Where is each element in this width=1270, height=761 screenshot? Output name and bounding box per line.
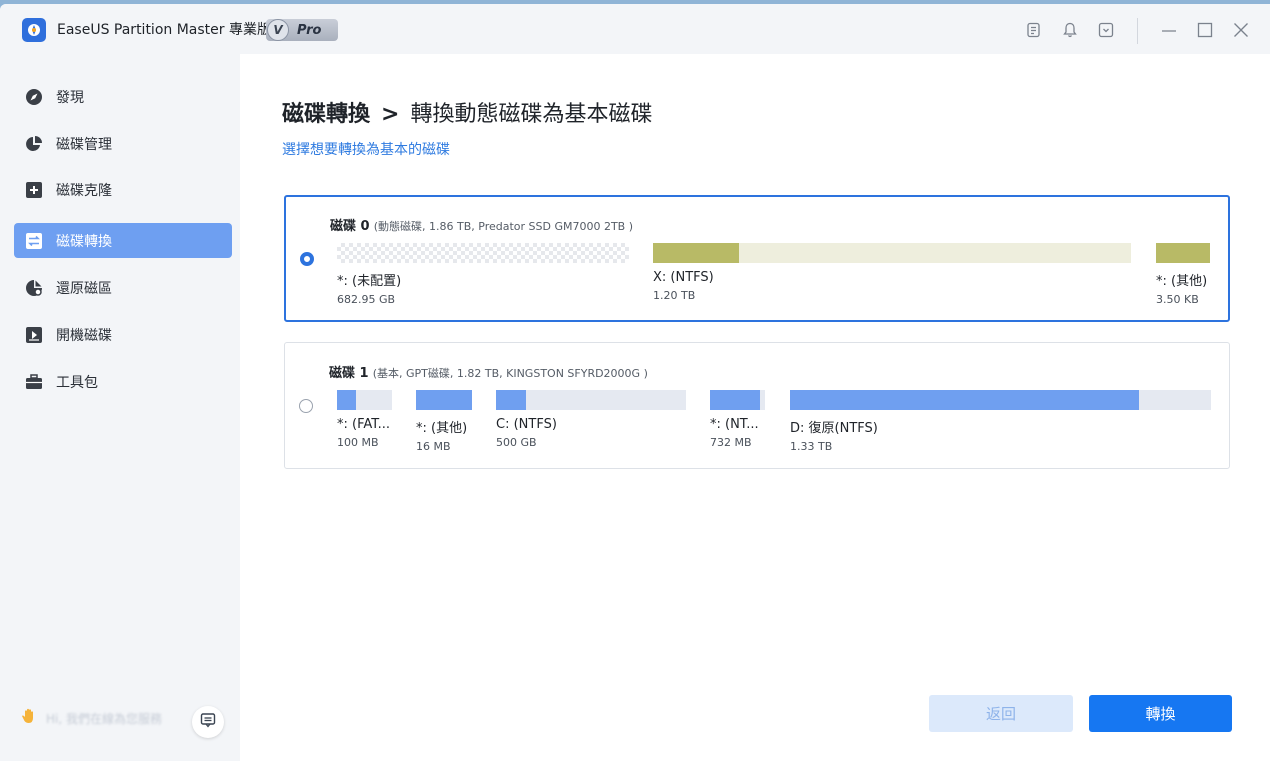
toolbox-icon — [24, 372, 44, 392]
notes-icon[interactable] — [1024, 20, 1044, 40]
sidebar: 發現 磁碟管理 磁碟克隆 磁碟轉換 還原磁區 開機磁碟 工具包 Hi, 我們在線… — [0, 54, 240, 761]
feedback-icon — [200, 712, 216, 732]
sidebar-item-label: 磁碟克隆 — [56, 182, 112, 199]
partition-bar — [653, 243, 1131, 263]
waving-hand-icon — [20, 706, 40, 730]
partition-size: 732 MB — [710, 436, 752, 449]
partition-size: 100 MB — [337, 436, 379, 449]
pro-label: Pro — [297, 22, 322, 38]
partition-size: 3.50 KB — [1156, 293, 1199, 306]
partition-unallocated[interactable]: *: (未配置) 682.95 GB — [337, 243, 629, 306]
partition-c[interactable]: C: (NTFS) 500 GB — [496, 390, 686, 449]
partition-size: 500 GB — [496, 436, 537, 449]
download-icon[interactable] — [1096, 20, 1116, 40]
partition-bar — [790, 390, 1211, 410]
sidebar-item-label: 還原磁區 — [56, 280, 112, 297]
convert-button[interactable]: 轉換 — [1089, 695, 1232, 732]
disk-0-radio[interactable] — [300, 252, 314, 266]
disk-card-0[interactable]: 磁碟 0 (動態磁碟, 1.86 TB, Predator SSD GM7000… — [284, 195, 1230, 322]
sidebar-item-disk-convert[interactable]: 磁碟轉換 — [14, 223, 232, 258]
sidebar-item-disk-clone[interactable]: 磁碟克隆 — [14, 172, 232, 207]
sidebar-item-recover-partition[interactable]: 還原磁區 — [14, 270, 232, 305]
partition-fill — [1156, 243, 1210, 263]
help-text: Hi, 我們在線為您服務 — [46, 711, 162, 726]
pie-chart-icon — [24, 134, 44, 154]
app-title: EaseUS Partition Master 專業版 — [57, 22, 271, 38]
disk-info: (基本, GPT磁碟, 1.82 TB, KINGSTON SFYRD2000G… — [372, 367, 648, 380]
back-button[interactable]: 返回 — [929, 695, 1073, 732]
partition-bar — [496, 390, 686, 410]
partition-label: X: (NTFS) — [653, 270, 714, 285]
disk-info: (動態磁碟, 1.86 TB, Predator SSD GM7000 2TB … — [373, 220, 634, 233]
disk-card-1[interactable]: 磁碟 1 (基本, GPT磁碟, 1.82 TB, KINGSTON SFYRD… — [284, 342, 1230, 469]
main-panel: 磁碟轉換 > 轉換動態磁碟為基本磁碟 選擇想要轉換為基本的磁碟 磁碟 0 (動態… — [240, 54, 1270, 761]
sidebar-item-label: 開機磁碟 — [56, 327, 112, 344]
app-logo-icon — [22, 18, 46, 42]
disk-name: 磁碟 0 — [330, 219, 370, 234]
partition-size: 16 MB — [416, 440, 451, 453]
maximize-icon[interactable] — [1195, 20, 1215, 40]
partition-fill — [790, 390, 1140, 410]
breadcrumb-separator: > — [381, 102, 400, 127]
sidebar-item-discover[interactable]: 發現 — [14, 79, 232, 114]
partition-label: *: (NT... — [710, 417, 759, 432]
bootable-icon — [24, 325, 44, 345]
partition-fill — [496, 390, 527, 410]
partition-bar — [416, 390, 472, 410]
sidebar-item-bootable-media[interactable]: 開機磁碟 — [14, 317, 232, 352]
partition-recovery-small[interactable]: *: (NT... 732 MB — [710, 390, 765, 449]
partition-fill — [710, 390, 760, 410]
page-subtitle: 選擇想要轉換為基本的磁碟 — [282, 142, 450, 158]
partition-size: 682.95 GB — [337, 293, 396, 306]
partition-msr[interactable]: *: (其他) 16 MB — [416, 390, 472, 453]
partition-x[interactable]: X: (NTFS) 1.20 TB — [653, 243, 1131, 302]
partition-fill — [416, 390, 472, 410]
partition-bar — [1156, 243, 1210, 263]
partition-d[interactable]: D: 復原(NTFS) 1.33 TB — [790, 390, 1211, 453]
page-title: 磁碟轉換 > 轉換動態磁碟為基本磁碟 — [282, 96, 652, 128]
partition-size: 1.33 TB — [790, 440, 833, 453]
sidebar-item-label: 磁碟轉換 — [56, 233, 112, 250]
titlebar-divider — [1137, 18, 1138, 44]
sidebar-item-label: 發現 — [56, 89, 84, 106]
compass-icon — [24, 87, 44, 107]
partition-fill — [337, 390, 357, 410]
feedback-button[interactable] — [192, 706, 224, 738]
disk-name: 磁碟 1 — [329, 366, 369, 381]
title-bar: EaseUS Partition Master 專業版 V Pro — [0, 4, 1270, 54]
help-chat[interactable]: Hi, 我們在線為您服務 — [20, 706, 162, 730]
partition-size: 1.20 TB — [653, 289, 696, 302]
partition-label: C: (NTFS) — [496, 417, 557, 432]
partition-bar — [337, 390, 392, 410]
partition-label: D: 復原(NTFS) — [790, 421, 878, 436]
pro-badge[interactable]: V Pro — [266, 19, 338, 41]
partition-label: *: (未配置) — [337, 274, 402, 289]
partition-bar — [337, 243, 629, 263]
partition-bar — [710, 390, 765, 410]
breadcrumb-parent: 磁碟轉換 — [282, 102, 371, 127]
close-icon[interactable] — [1231, 20, 1251, 40]
disk-1-header: 磁碟 1 (基本, GPT磁碟, 1.82 TB, KINGSTON SFYRD… — [329, 362, 648, 381]
sidebar-item-label: 磁碟管理 — [56, 136, 112, 153]
app-window: EaseUS Partition Master 專業版 V Pro 發現 磁碟管… — [0, 4, 1270, 761]
partition-label: *: (其他) — [416, 421, 468, 436]
sidebar-item-disk-management[interactable]: 磁碟管理 — [14, 126, 232, 161]
sidebar-item-label: 工具包 — [56, 374, 98, 391]
bell-icon[interactable] — [1060, 20, 1080, 40]
recover-icon — [24, 278, 44, 298]
breadcrumb-current: 轉換動態磁碟為基本磁碟 — [410, 102, 653, 127]
minimize-icon[interactable] — [1159, 20, 1179, 40]
sidebar-item-toolkit[interactable]: 工具包 — [14, 364, 232, 399]
disk-0-header: 磁碟 0 (動態磁碟, 1.86 TB, Predator SSD GM7000… — [330, 215, 633, 234]
clone-icon — [24, 180, 44, 200]
partition-other[interactable]: *: (其他) 3.50 KB — [1156, 243, 1210, 306]
v-badge-icon: V — [267, 19, 289, 41]
partition-label: *: (其他) — [1156, 274, 1208, 289]
convert-icon — [24, 231, 44, 251]
partition-label: *: (FAT... — [337, 417, 391, 432]
partition-fill — [653, 243, 740, 263]
disk-1-radio[interactable] — [299, 399, 313, 413]
partition-fat[interactable]: *: (FAT... 100 MB — [337, 390, 392, 449]
